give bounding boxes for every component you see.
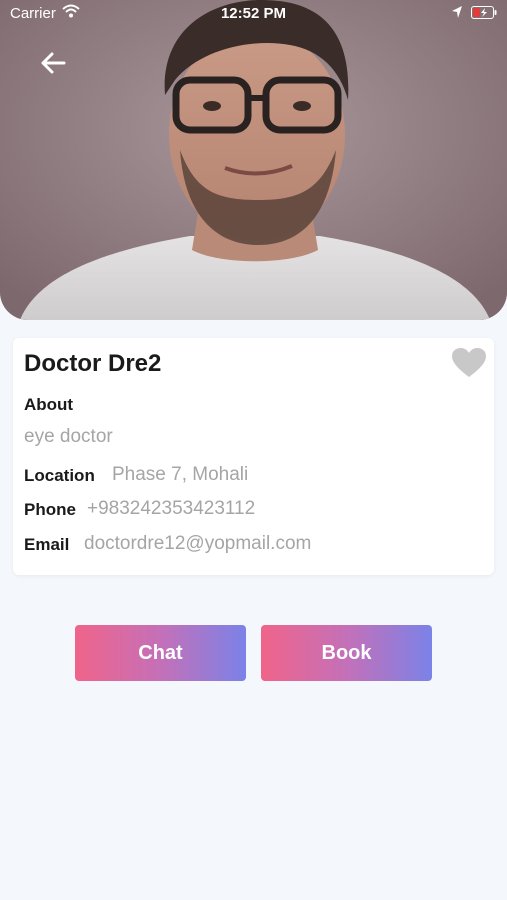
battery-icon: [471, 6, 497, 23]
phone-value: +983242353423112: [87, 498, 256, 519]
location-value: Phase 7, Mohali: [112, 464, 249, 485]
chat-button[interactable]: Chat: [75, 625, 246, 681]
about-label: About: [24, 395, 74, 414]
email-value: doctordre12@yopmail.com: [84, 533, 312, 554]
status-bar: Carrier 12:52 PM: [0, 0, 507, 28]
doctor-name: Doctor Dre2: [24, 350, 162, 377]
location-arrow-icon: [451, 5, 463, 23]
location-label: Location: [24, 466, 95, 485]
doctor-photo: [0, 0, 507, 320]
email-label: Email: [24, 535, 70, 554]
arrow-left-icon: [41, 52, 66, 74]
back-button[interactable]: [36, 46, 70, 80]
heart-icon: [452, 348, 486, 377]
phone-label: Phone: [24, 500, 76, 519]
about-value: eye doctor: [24, 426, 113, 447]
favorite-button[interactable]: [452, 348, 486, 383]
clock-time: 12:52 PM: [220, 5, 287, 22]
book-button[interactable]: Book: [261, 625, 432, 681]
doctor-info-card: Doctor Dre2 About eye doctor Location Ph…: [13, 338, 494, 575]
